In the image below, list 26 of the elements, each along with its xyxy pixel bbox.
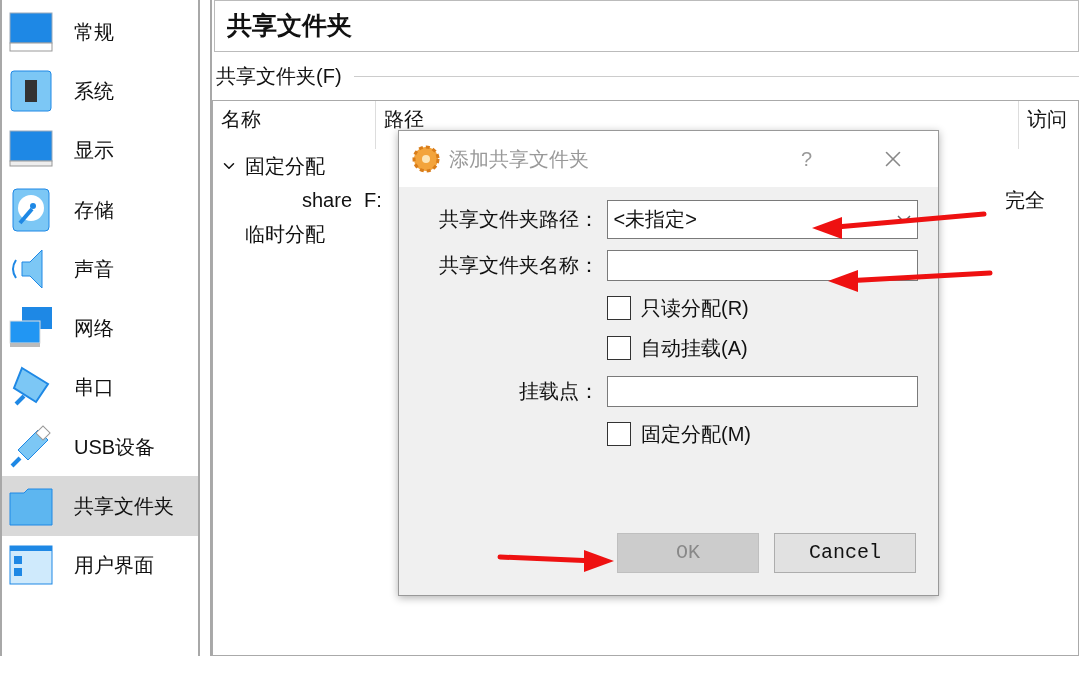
chip-icon: [8, 67, 54, 114]
sidebar-item[interactable]: 共享文件夹: [2, 476, 198, 536]
checkbox-label: 只读分配(R): [641, 296, 749, 321]
group-label: 共享文件夹(F): [216, 64, 342, 89]
checkbox-label: 自动挂载(A): [641, 336, 748, 361]
share-access: 完全: [1004, 188, 1045, 213]
checkbox[interactable]: [607, 336, 631, 360]
page-title: 共享文件夹: [227, 10, 352, 42]
checkbox[interactable]: [607, 296, 631, 320]
input-field[interactable]: [606, 375, 918, 407]
group-name[interactable]: 临时分配: [245, 219, 325, 249]
path-select[interactable]: <未指定>: [606, 199, 918, 239]
dialog-title: 添加共享文件夹: [449, 147, 590, 172]
checkbox-label: 固定分配(M): [641, 422, 751, 447]
group-name[interactable]: 固定分配: [245, 151, 325, 181]
dialog-button[interactable]: Cancel: [774, 533, 916, 573]
field-label: 共享文件夹路径：: [437, 207, 600, 232]
share-path: F:: [363, 188, 383, 213]
gear-icon: [411, 144, 441, 174]
field-label: 共享文件夹名称：: [437, 253, 600, 278]
input-field[interactable]: [606, 249, 918, 281]
share-name[interactable]: share: [213, 185, 356, 215]
column-header[interactable]: 访问: [1019, 101, 1078, 149]
checkbox[interactable]: [607, 422, 631, 446]
field-label: 挂载点：: [517, 379, 600, 404]
column-header[interactable]: 名称: [213, 101, 376, 149]
